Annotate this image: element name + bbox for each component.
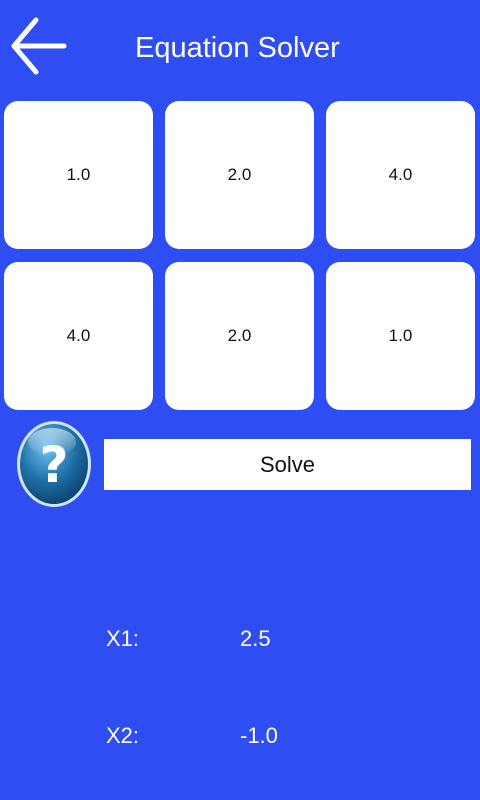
coefficient-cell-r2c1[interactable]: 4.0: [4, 262, 153, 410]
x1-value: 2.5: [240, 626, 271, 651]
arrow-left-icon: [11, 17, 67, 75]
page-title: Equation Solver: [135, 32, 340, 64]
app-header: Equation Solver: [0, 0, 480, 96]
x1-label: X1:: [106, 626, 140, 651]
coefficient-cell-r2c3[interactable]: 1.0: [326, 262, 475, 410]
solve-button[interactable]: Solve: [104, 439, 471, 490]
app-screen: Equation Solver 1.0 2.0 4.0 4.0 2.0 1.0: [0, 0, 480, 800]
coefficient-cell-r2c2[interactable]: 2.0: [165, 262, 314, 410]
help-button[interactable]: ?: [14, 418, 94, 510]
help-question-icon: ?: [17, 421, 91, 507]
coefficient-cell-r1c3[interactable]: 4.0: [326, 101, 475, 249]
svg-text:?: ?: [39, 436, 68, 494]
back-button[interactable]: [8, 14, 68, 78]
x2-label: X2:: [106, 723, 140, 748]
x2-value: -1.0: [240, 723, 278, 748]
coefficient-cell-r1c2[interactable]: 2.0: [165, 101, 314, 249]
coefficient-cell-r1c1[interactable]: 1.0: [4, 101, 153, 249]
